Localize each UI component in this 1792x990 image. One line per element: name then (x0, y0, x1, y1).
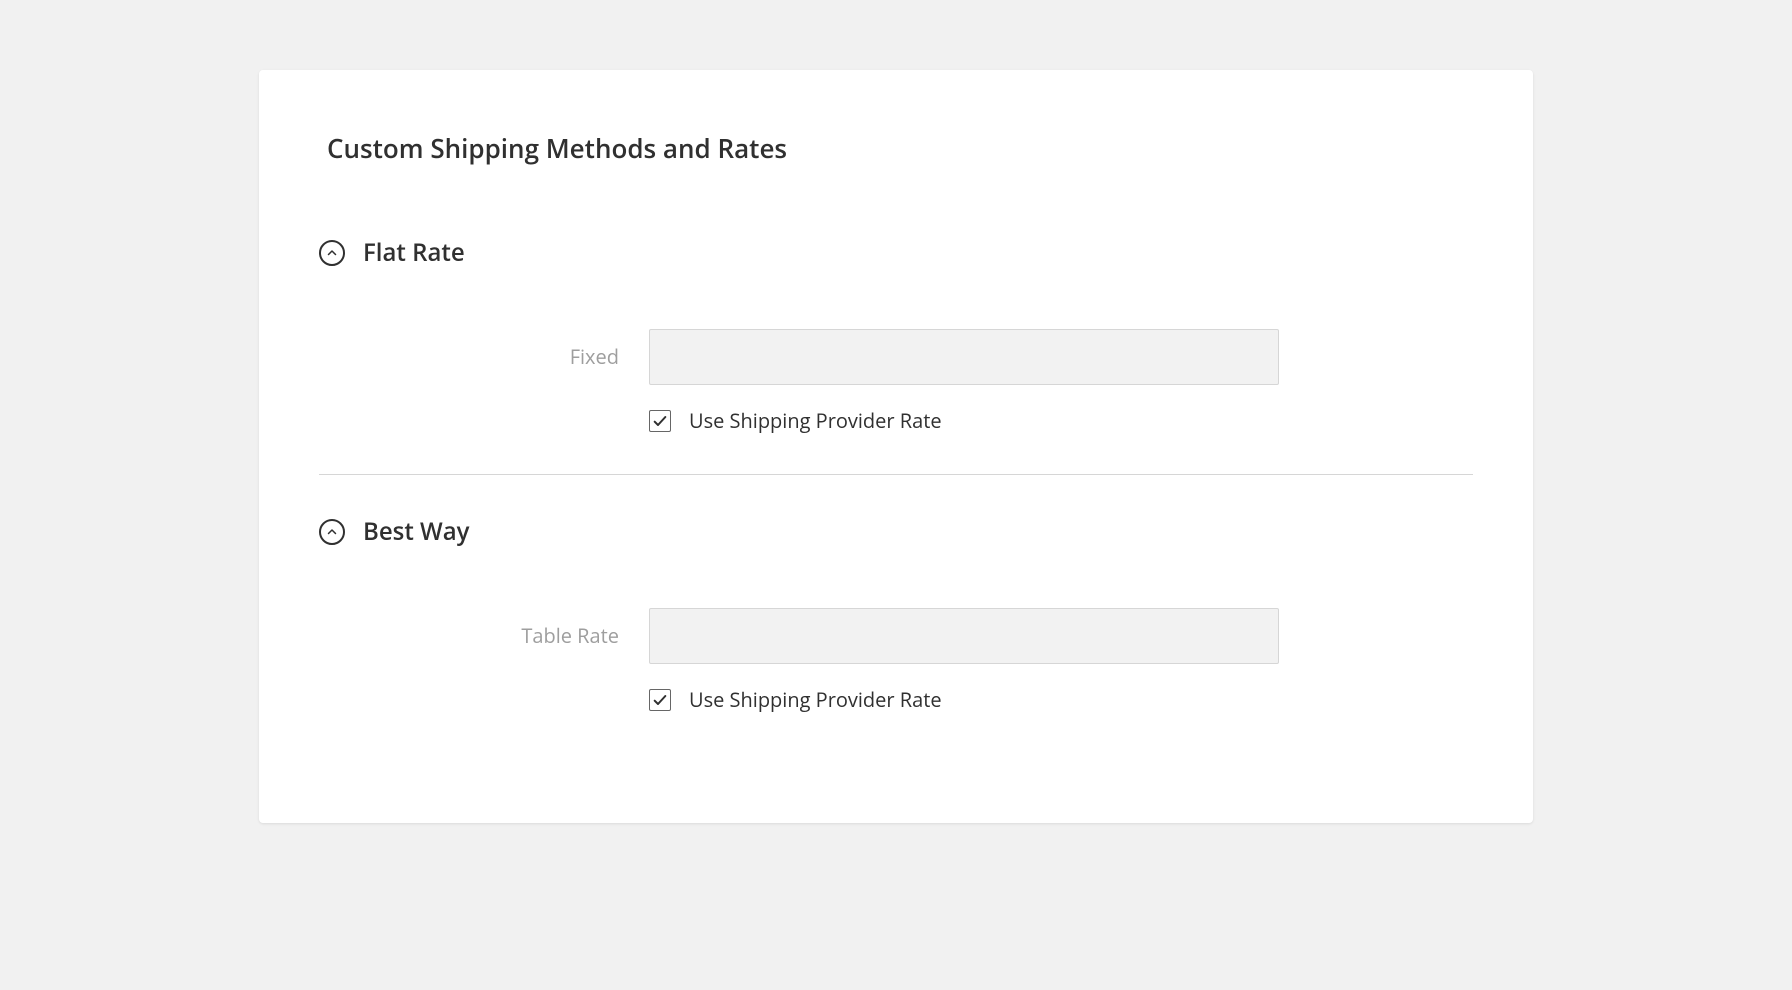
best-way-use-provider-checkbox[interactable] (649, 689, 671, 711)
flat-rate-checkbox-label: Use Shipping Provider Rate (689, 407, 942, 434)
panel-title: Custom Shipping Methods and Rates (327, 130, 1473, 166)
best-way-section: Best Way Table Rate Use Shipping Provide… (319, 515, 1473, 753)
section-divider (319, 474, 1473, 475)
flat-rate-toggle[interactable]: Flat Rate (319, 236, 1473, 269)
flat-rate-field-label: Fixed (319, 329, 619, 370)
flat-rate-field-control: Use Shipping Provider Rate (649, 329, 1279, 434)
best-way-toggle[interactable]: Best Way (319, 515, 1473, 548)
best-way-field-control: Use Shipping Provider Rate (649, 608, 1279, 713)
best-way-field-label: Table Rate (319, 608, 619, 649)
best-way-checkbox-label: Use Shipping Provider Rate (689, 686, 942, 713)
flat-rate-field-row: Fixed Use Shipping Provider Rate (319, 329, 1473, 434)
flat-rate-use-provider-checkbox[interactable] (649, 410, 671, 432)
chevron-up-icon (319, 240, 345, 266)
best-way-checkbox-row: Use Shipping Provider Rate (649, 686, 1279, 713)
best-way-field-row: Table Rate Use Shipping Provider Rate (319, 608, 1473, 713)
shipping-methods-panel: Custom Shipping Methods and Rates Flat R… (259, 70, 1533, 823)
flat-rate-input[interactable] (649, 329, 1279, 385)
flat-rate-title: Flat Rate (363, 236, 465, 269)
best-way-input[interactable] (649, 608, 1279, 664)
chevron-up-icon (319, 519, 345, 545)
flat-rate-checkbox-row: Use Shipping Provider Rate (649, 407, 1279, 434)
flat-rate-section: Flat Rate Fixed Use Shipping Provider Ra… (319, 236, 1473, 474)
best-way-title: Best Way (363, 515, 470, 548)
